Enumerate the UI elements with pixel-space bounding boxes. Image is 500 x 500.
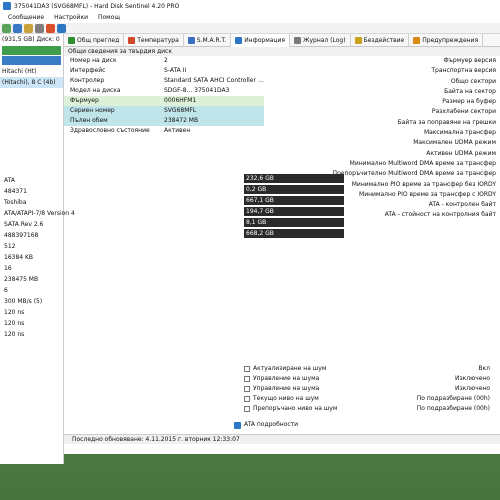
main-panel: Общ преглед Температура S.M.A.R.T. Инфор… bbox=[64, 34, 500, 454]
checkbox[interactable] bbox=[244, 396, 250, 402]
checkbox[interactable] bbox=[244, 406, 250, 412]
value: SATA Rev 2.6 bbox=[4, 221, 44, 228]
partition-bar: 668,2 GB bbox=[244, 229, 344, 238]
menu-item[interactable]: Настройки bbox=[54, 14, 88, 21]
info-row: Модел на диска SDGF-8... 375041DA3 bbox=[70, 87, 230, 94]
value: 238475 MB bbox=[4, 276, 39, 283]
info-row: Фърмуер 0006HFM1 bbox=[64, 96, 264, 106]
health-bar bbox=[2, 46, 61, 55]
property-label: Максимален UDMA режим bbox=[413, 139, 496, 147]
value: 16384 KB bbox=[4, 254, 34, 261]
window-title: 375041DA3 (SVG68MFL) - Hard Disk Sentine… bbox=[14, 2, 180, 10]
feature-row: Управление на шума Изключено bbox=[244, 374, 494, 384]
info-row: Интерфейс S-ATA II bbox=[70, 67, 187, 74]
menu-item[interactable]: Сообщение bbox=[8, 14, 44, 21]
tab-idle[interactable]: Бездействие bbox=[351, 34, 410, 47]
partition-bar: 0,2 GB bbox=[244, 185, 344, 194]
checkbox[interactable] bbox=[244, 376, 250, 382]
ata-values: ATA 484371 Toshiba ATA/ATAPI-7/8 Version… bbox=[0, 175, 120, 340]
info-row: Пълен обем 238472 MB bbox=[64, 116, 264, 126]
value: Toshiba bbox=[4, 199, 27, 206]
tab-alerts[interactable]: Предупреждения bbox=[409, 34, 484, 47]
feature-row: Управление на шума Изключено bbox=[244, 384, 494, 394]
value: 300 MB/s (5) bbox=[4, 298, 43, 305]
alert-icon[interactable] bbox=[46, 23, 55, 33]
overview-icon bbox=[68, 37, 75, 44]
title-bar: 375041DA3 (SVG68MFL) - Hard Disk Sentine… bbox=[0, 0, 500, 12]
info-row: Здравословно състояние Активен bbox=[70, 127, 191, 134]
tab-smart[interactable]: S.M.A.R.T. bbox=[184, 34, 232, 47]
checkbox[interactable] bbox=[244, 366, 250, 372]
info-row: Сериен номер SVG68MFL bbox=[64, 106, 264, 116]
info-row: Номер на диск 2 bbox=[70, 57, 168, 64]
disk-item[interactable]: (931,5 GB) Диск: 0 bbox=[0, 34, 63, 45]
property-label: Разхлабени сектори bbox=[431, 108, 496, 116]
partition-bar: 8,1 GB bbox=[244, 218, 344, 227]
value: 120 ns bbox=[4, 309, 25, 316]
menu-bar: Сообщение Настройки Помощ bbox=[0, 12, 500, 23]
value: 6 bbox=[4, 287, 8, 294]
log-icon bbox=[294, 37, 302, 44]
partition-bar: 232,6 GB bbox=[244, 174, 344, 183]
property-label: Размер на буфер bbox=[442, 98, 496, 106]
toolbar bbox=[0, 23, 500, 34]
property-label: Фърмуер версия bbox=[443, 57, 496, 64]
smart-icon bbox=[187, 37, 195, 44]
property-label: Общо сектори bbox=[450, 77, 496, 85]
section-title: Общи сведения за твърдия диск bbox=[64, 47, 500, 56]
value: 512 bbox=[4, 243, 16, 250]
tab-temperature[interactable]: Температура bbox=[124, 34, 184, 47]
property-label: Байта на сектор bbox=[444, 87, 496, 95]
property-label: Максимална трансфер bbox=[423, 129, 496, 137]
partition-bar: 194,7 GB bbox=[244, 207, 344, 216]
expand-icon bbox=[234, 421, 241, 429]
refresh-icon[interactable] bbox=[2, 23, 11, 33]
info-list: Номер на диск 2 Интерфейс S-ATA II Контрол… bbox=[64, 56, 264, 136]
tab-overview[interactable]: Общ преглед bbox=[64, 34, 125, 47]
value: 16 bbox=[4, 265, 12, 272]
status-bar: Последно обновяване: 4.11.2015 г. вторни… bbox=[64, 434, 500, 444]
partition-bar: 667,1 GB bbox=[244, 196, 344, 205]
checkbox[interactable] bbox=[244, 386, 250, 392]
report-icon[interactable] bbox=[24, 23, 33, 33]
warning-icon bbox=[413, 37, 421, 44]
value: 484371 bbox=[4, 188, 27, 195]
app-icon bbox=[3, 2, 11, 10]
power-icon bbox=[354, 37, 362, 44]
info-icon bbox=[235, 37, 243, 44]
settings-icon[interactable] bbox=[35, 23, 44, 33]
disk-item-selected[interactable]: (Hitachi), 8 C (4b) bbox=[0, 77, 63, 88]
feature-row: Текущо ниво на шум По подразбиране (00h) bbox=[244, 394, 494, 404]
ata-details-toggle[interactable]: ATA подробности bbox=[234, 420, 298, 430]
feature-row: Препоръчано ниво на шум По подразбиране (… bbox=[244, 404, 494, 414]
tab-log[interactable]: Журнал (Log) bbox=[290, 34, 351, 47]
disk-item[interactable]: Hitachi (Ht) bbox=[0, 66, 63, 77]
menu-item[interactable]: Помощ bbox=[98, 14, 120, 21]
property-label: Минимално Multiword DMA време за трансфе… bbox=[349, 159, 496, 167]
thermometer-icon bbox=[128, 37, 136, 44]
tab-information[interactable]: Информация bbox=[231, 34, 291, 47]
value: 120 ns bbox=[4, 331, 25, 338]
value: 120 ns bbox=[4, 320, 25, 327]
feature-row: Актуализиране на шум Вкл bbox=[244, 364, 494, 374]
disk-icon[interactable] bbox=[13, 23, 22, 33]
tab-bar: Общ преглед Температура S.M.A.R.T. Инфор… bbox=[64, 34, 500, 47]
help-icon[interactable] bbox=[57, 23, 66, 33]
value: ATA bbox=[4, 177, 15, 184]
property-label: Байта за поправяне на грешки bbox=[397, 118, 496, 126]
property-label: Транспортна версия bbox=[431, 67, 496, 75]
value: ATA/ATAPI-7/8 Version 4 bbox=[4, 210, 75, 217]
value: 488397168 bbox=[4, 232, 39, 239]
property-label: Активен UDMA режим bbox=[426, 149, 496, 157]
info-row: Контролер Standard SATA AHCI Controller (… bbox=[70, 77, 264, 84]
features-list: Актуализиране на шум Вкл Управление на шу… bbox=[244, 364, 494, 414]
performance-bar bbox=[2, 56, 61, 65]
partition-bars: 232,6 GB 0,2 GB 667,1 GB 194,7 GB 8,1 GB… bbox=[244, 174, 344, 240]
